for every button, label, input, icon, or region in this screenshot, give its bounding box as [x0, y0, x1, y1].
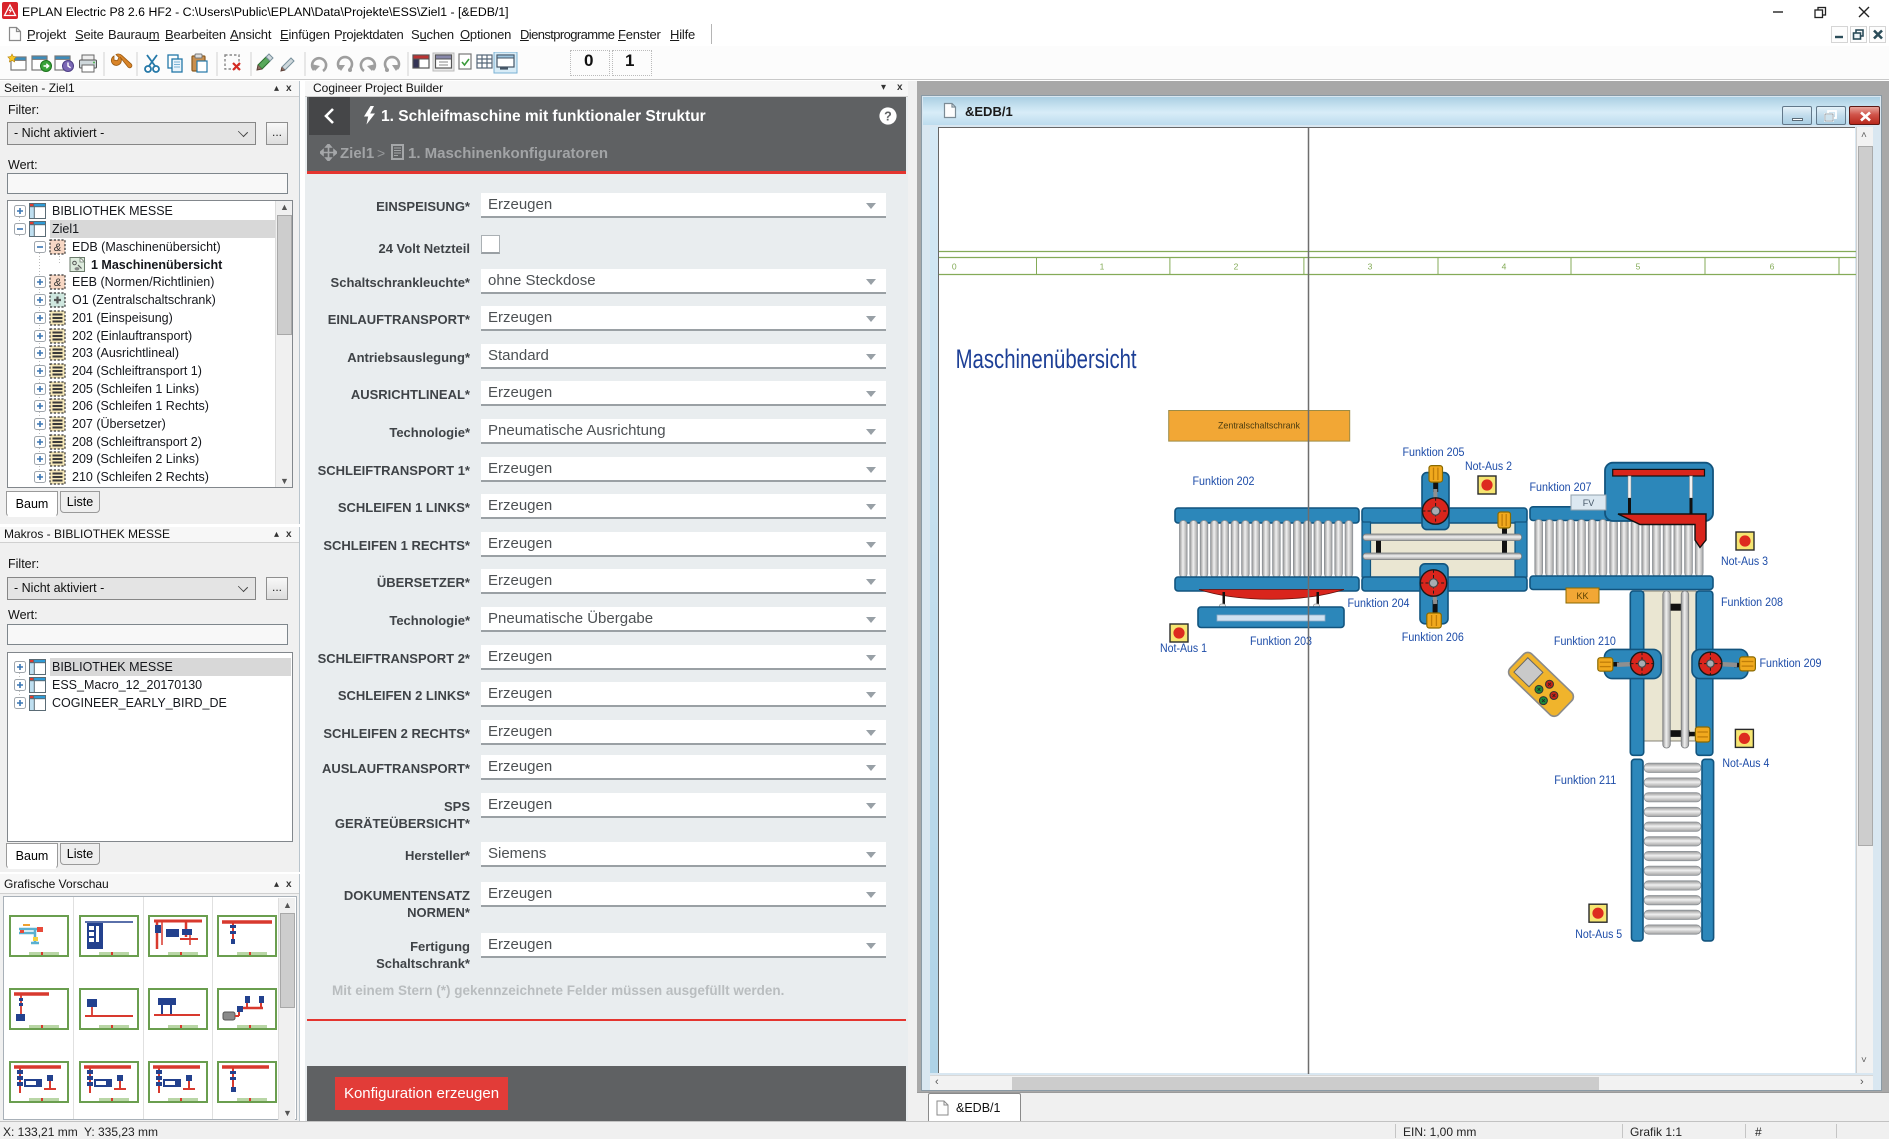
- svg-text:?: ?: [884, 109, 892, 123]
- svg-text:3: 3: [1368, 262, 1373, 272]
- svg-text:Not-Aus 5: Not-Aus 5: [1575, 927, 1622, 941]
- svg-text:2: 2: [1234, 262, 1239, 272]
- svg-text:Funktion 203: Funktion 203: [1250, 634, 1312, 648]
- svg-text:Funktion 208: Funktion 208: [1721, 595, 1783, 609]
- svg-text:Not-Aus 4: Not-Aus 4: [1722, 756, 1769, 770]
- svg-text:4: 4: [1502, 262, 1507, 272]
- svg-text:Funktion 202: Funktion 202: [1193, 474, 1255, 488]
- svg-text:Zentralschaltschrank: Zentralschaltschrank: [1218, 421, 1300, 431]
- svg-text:Funktion 207: Funktion 207: [1530, 480, 1592, 494]
- svg-text:Funktion 210: Funktion 210: [1554, 634, 1616, 648]
- svg-text:Maschinenübersicht: Maschinenübersicht: [956, 344, 1137, 374]
- svg-text:Funktion 205: Funktion 205: [1403, 445, 1465, 459]
- svg-text:&: &: [54, 277, 61, 289]
- svg-text:KK: KK: [1576, 591, 1588, 601]
- svg-text:Not-Aus 3: Not-Aus 3: [1721, 554, 1768, 568]
- svg-text:Not-Aus 2: Not-Aus 2: [1465, 459, 1512, 473]
- svg-text:Funktion 204: Funktion 204: [1348, 596, 1410, 610]
- svg-text:Funktion 206: Funktion 206: [1402, 630, 1464, 644]
- svg-text:Funktion 209: Funktion 209: [1760, 656, 1822, 670]
- svg-text:FV: FV: [1583, 498, 1595, 508]
- svg-text:0: 0: [952, 262, 957, 272]
- svg-text:6: 6: [1770, 262, 1775, 272]
- svg-text:Funktion 211: Funktion 211: [1554, 773, 1616, 787]
- svg-text:5: 5: [1636, 262, 1641, 272]
- svg-text:Not-Aus 1: Not-Aus 1: [1160, 641, 1207, 655]
- svg-text:1: 1: [1100, 262, 1105, 272]
- svg-text:&: &: [54, 242, 61, 254]
